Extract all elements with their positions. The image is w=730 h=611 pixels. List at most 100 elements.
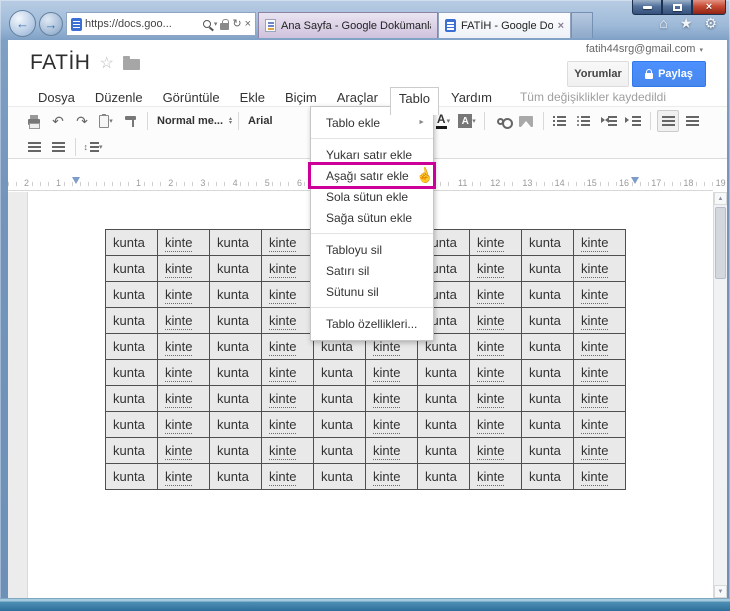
table-cell[interactable]: kinte — [573, 411, 626, 438]
table-cell[interactable]: kunta — [209, 463, 262, 490]
menu-item-satırı-sil[interactable]: Satırı sil — [311, 260, 433, 281]
table-cell[interactable]: kinte — [469, 229, 522, 256]
table-cell[interactable]: kinte — [469, 333, 522, 360]
table-cell[interactable]: kunta — [105, 463, 158, 490]
search-icon[interactable] — [202, 20, 211, 28]
table-cell[interactable]: kinte — [157, 229, 210, 256]
share-button[interactable]: Paylaş — [632, 61, 706, 87]
table-cell[interactable]: kinte — [469, 359, 522, 386]
table-cell[interactable]: kinte — [573, 463, 626, 490]
table-cell[interactable]: kinte — [365, 437, 418, 464]
star-document-icon[interactable]: ☆ — [99, 53, 113, 73]
font-dropdown[interactable]: Arial — [245, 110, 275, 132]
line-spacing-button[interactable]: ↕ ▾ — [82, 136, 104, 158]
print-button[interactable] — [23, 110, 45, 132]
new-tab-button[interactable] — [571, 12, 593, 38]
scroll-down-button[interactable]: ▼ — [714, 585, 727, 598]
table-cell[interactable]: kunta — [521, 411, 574, 438]
table-cell[interactable]: kinte — [261, 359, 314, 386]
forward-button[interactable]: → — [39, 12, 63, 36]
table-cell[interactable]: kunta — [417, 359, 470, 386]
document-title[interactable]: FATİH — [30, 51, 90, 75]
table-cell[interactable]: kunta — [209, 385, 262, 412]
table-cell[interactable]: kinte — [157, 437, 210, 464]
insert-link-button[interactable] — [491, 110, 513, 132]
table-cell[interactable]: kunta — [209, 359, 262, 386]
tab-ana-sayfa[interactable]: Ana Sayfa - Google Dokümanlar — [258, 12, 438, 38]
table-cell[interactable]: kunta — [417, 411, 470, 438]
stop-icon[interactable]: × — [245, 18, 251, 30]
table-cell[interactable]: kunta — [209, 307, 262, 334]
table-cell[interactable]: kunta — [521, 229, 574, 256]
minimize-button[interactable] — [632, 0, 662, 15]
menu-görüntüle[interactable]: Görüntüle — [155, 87, 228, 108]
justify-button[interactable] — [681, 110, 703, 132]
back-button[interactable]: ← — [9, 10, 36, 37]
table-cell[interactable]: kunta — [209, 229, 262, 256]
table-cell[interactable]: kinte — [573, 437, 626, 464]
paragraph-style-dropdown[interactable]: Normal me... ▴ ▾ — [154, 110, 232, 132]
menu-item-sola-sütun-ekle[interactable]: Sola sütun ekle — [311, 186, 433, 207]
table-cell[interactable]: kinte — [261, 411, 314, 438]
menu-dosya[interactable]: Dosya — [30, 87, 83, 108]
table-cell[interactable]: kinte — [157, 307, 210, 334]
menu-biçim[interactable]: Biçim — [277, 87, 325, 108]
table-cell[interactable]: kinte — [365, 385, 418, 412]
table-cell[interactable]: kunta — [521, 463, 574, 490]
menu-item-tablo-özellikleri[interactable]: Tablo özellikleri... — [311, 313, 433, 334]
vertical-scrollbar[interactable]: ▲ ▼ — [713, 192, 727, 598]
table-cell[interactable]: kinte — [365, 411, 418, 438]
left-margin-marker[interactable] — [72, 177, 80, 184]
close-button[interactable]: × — [692, 0, 726, 15]
table-cell[interactable]: kunta — [417, 385, 470, 412]
table-cell[interactable]: kinte — [573, 359, 626, 386]
table-cell[interactable]: kinte — [157, 463, 210, 490]
table-cell[interactable]: kinte — [365, 463, 418, 490]
table-cell[interactable]: kinte — [469, 437, 522, 464]
menu-item-sağa-sütun-ekle[interactable]: Sağa sütun ekle — [311, 207, 433, 228]
table-cell[interactable]: kunta — [521, 385, 574, 412]
table-cell[interactable]: kunta — [209, 281, 262, 308]
table-cell[interactable]: kunta — [105, 359, 158, 386]
favorites-star-icon[interactable]: ★ — [680, 16, 693, 30]
table-cell[interactable]: kunta — [313, 463, 366, 490]
right-margin-marker[interactable] — [631, 177, 639, 184]
account-menu[interactable]: fatih44srg@gmail.com ▾ — [586, 43, 703, 55]
tab-close-icon[interactable]: × — [558, 20, 564, 32]
menu-item-tablo-ekle[interactable]: Tablo ekle ► — [311, 112, 433, 133]
numbered-list-button[interactable] — [550, 110, 572, 132]
table-cell[interactable]: kinte — [261, 437, 314, 464]
folder-icon[interactable] — [122, 55, 140, 70]
increase-indent-button[interactable] — [622, 110, 644, 132]
table-cell[interactable]: kinte — [157, 255, 210, 282]
table-cell[interactable]: kunta — [521, 359, 574, 386]
redo-button[interactable]: ↷ — [71, 110, 93, 132]
table-cell[interactable]: kunta — [313, 411, 366, 438]
align-right-button[interactable] — [23, 136, 45, 158]
search-dropdown-icon[interactable]: ▾ — [214, 20, 218, 28]
menu-item-sütunu-sil[interactable]: Sütunu sil — [311, 281, 433, 302]
menu-araçlar[interactable]: Araçlar — [329, 87, 386, 108]
table-cell[interactable]: kinte — [573, 281, 626, 308]
table-cell[interactable]: kinte — [157, 281, 210, 308]
table-cell[interactable]: kunta — [105, 385, 158, 412]
table-cell[interactable]: kinte — [157, 333, 210, 360]
table-cell[interactable]: kunta — [105, 307, 158, 334]
table-cell[interactable]: kinte — [573, 385, 626, 412]
table-cell[interactable]: kunta — [313, 385, 366, 412]
table-cell[interactable]: kinte — [157, 359, 210, 386]
table-cell[interactable]: kunta — [105, 255, 158, 282]
table-cell[interactable]: kinte — [261, 281, 314, 308]
home-icon[interactable]: ⌂ — [659, 16, 667, 30]
tab-fatih[interactable]: FATİH - Google Dokümanlar × — [438, 12, 571, 38]
table-cell[interactable]: kinte — [469, 411, 522, 438]
table-cell[interactable]: kinte — [573, 307, 626, 334]
table-cell[interactable]: kinte — [157, 385, 210, 412]
table-cell[interactable]: kinte — [469, 307, 522, 334]
table-cell[interactable]: kunta — [105, 229, 158, 256]
align-left-button[interactable] — [657, 110, 679, 132]
refresh-icon[interactable]: ↻ — [232, 18, 241, 30]
table-cell[interactable]: kinte — [261, 385, 314, 412]
table-cell[interactable]: kunta — [521, 437, 574, 464]
paint-roller-button[interactable] — [119, 110, 141, 132]
